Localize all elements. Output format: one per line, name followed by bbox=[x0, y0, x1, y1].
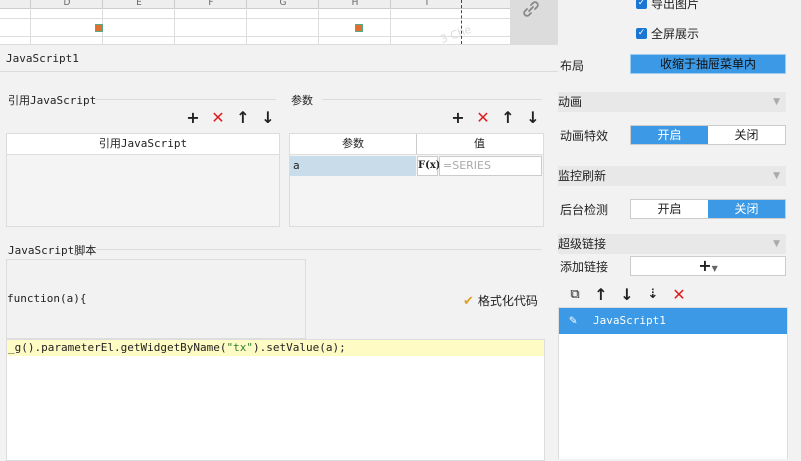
grid-line bbox=[174, 8, 175, 44]
code-call: _g().parameterEl.getWidgetByName( bbox=[8, 341, 227, 354]
grid-line bbox=[0, 18, 510, 19]
code-call-end: ).setValue(a); bbox=[253, 341, 346, 354]
plus-icon: + bbox=[698, 256, 712, 275]
column-divider bbox=[416, 134, 417, 154]
grid-line bbox=[318, 8, 319, 44]
column-header-g: G bbox=[246, 0, 319, 8]
chevron-down-icon: ▼ bbox=[773, 239, 780, 249]
function-header-text: function(a){ bbox=[7, 292, 87, 305]
section-divider bbox=[322, 99, 542, 100]
format-code-label: 格式化代码 bbox=[477, 294, 538, 308]
property-panel: ✓ 导出图片 ✓ 全屏展示 布局 收缩于抽屉菜单内 动画 ▼ 动画特效 开启 关… bbox=[558, 0, 801, 459]
background-check-label: 后台检测 bbox=[560, 203, 609, 217]
link-delete-button[interactable]: ✕ bbox=[670, 286, 688, 304]
hyperlink-list: ✎ JavaScript1 bbox=[558, 307, 788, 459]
code-string: "tx" bbox=[226, 341, 254, 354]
param-delete-button[interactable]: ✕ bbox=[474, 109, 492, 127]
check-icon[interactable]: ✓ bbox=[636, 28, 647, 39]
animation-off-option[interactable]: 关闭 bbox=[708, 126, 785, 144]
fullscreen-checkbox-row[interactable]: ✓ 全屏展示 bbox=[636, 25, 699, 42]
param-move-up-button[interactable]: ↑ bbox=[499, 109, 517, 127]
monitor-off-option[interactable]: 关闭 bbox=[708, 200, 785, 218]
monitor-toggle: 开启 关闭 bbox=[630, 199, 786, 219]
dialog-title: JavaScript1 bbox=[6, 52, 79, 65]
link-move-down-button[interactable]: ↓ bbox=[618, 286, 636, 304]
chevron-down-icon: ▼ bbox=[711, 264, 718, 273]
copy-icon[interactable]: ⧉ bbox=[566, 286, 584, 304]
hyperlink-section-header[interactable]: 超级链接 ▼ bbox=[558, 234, 786, 254]
spreadsheet-background: D E F G H I 3 Che bbox=[0, 0, 510, 47]
watermark-text: 3 Che bbox=[438, 22, 474, 47]
section-divider bbox=[96, 99, 276, 100]
move-bottom-icon[interactable]: ⇣ bbox=[644, 286, 662, 304]
param-add-button[interactable]: + bbox=[449, 109, 467, 127]
link-move-up-button[interactable]: ↑ bbox=[592, 286, 610, 304]
list-item[interactable]: ✎ JavaScript1 bbox=[559, 308, 787, 334]
link-icon[interactable] bbox=[518, 0, 544, 20]
list-item-label: JavaScript1 bbox=[593, 314, 666, 327]
ref-move-down-button[interactable]: ↓ bbox=[259, 109, 277, 127]
param-value-column-header[interactable]: 值 bbox=[416, 134, 543, 154]
ref-delete-button[interactable]: ✕ bbox=[209, 109, 227, 127]
fullscreen-label: 全屏展示 bbox=[651, 27, 700, 41]
column-header-h: H bbox=[318, 0, 391, 8]
edit-pencil-icon[interactable]: ✎ bbox=[559, 308, 587, 334]
ref-js-column-header[interactable]: 引用JavaScript bbox=[7, 134, 279, 155]
param-name-cell[interactable]: a bbox=[290, 156, 416, 176]
animation-toggle: 开启 关闭 bbox=[630, 125, 786, 145]
monitor-on-option[interactable]: 开启 bbox=[631, 200, 708, 218]
param-value-field[interactable]: =SERIES bbox=[439, 156, 542, 176]
param-table[interactable]: 参数 值 a F(x) =SERIES bbox=[289, 133, 544, 227]
ref-add-button[interactable]: + bbox=[184, 109, 202, 127]
chevron-down-icon: ▼ bbox=[773, 97, 780, 107]
brush-icon: ✔ bbox=[463, 294, 474, 309]
export-image-label: 导出图片 bbox=[651, 0, 700, 11]
animation-section-header[interactable]: 动画 ▼ bbox=[558, 92, 786, 112]
check-icon[interactable]: ✓ bbox=[636, 0, 647, 9]
ref-move-up-button[interactable]: ↑ bbox=[234, 109, 252, 127]
link-toolbar: ⧉ ↑ ↓ ⇣ ✕ bbox=[566, 286, 688, 304]
monitor-section-header[interactable]: 监控刷新 ▼ bbox=[558, 166, 786, 186]
formula-button[interactable]: F(x) bbox=[417, 156, 441, 176]
animation-section-title: 动画 bbox=[558, 95, 583, 109]
add-link-label: 添加链接 bbox=[560, 260, 609, 274]
format-code-button[interactable]: ✔ 格式化代码 bbox=[463, 292, 538, 309]
param-section-title: 参数 bbox=[291, 94, 313, 107]
title-divider bbox=[0, 71, 558, 72]
animation-on-option[interactable]: 开启 bbox=[631, 126, 708, 144]
grid-line bbox=[246, 8, 247, 44]
export-image-checkbox-row[interactable]: ✓ 导出图片 bbox=[636, 0, 699, 12]
column-header-i: I bbox=[390, 0, 463, 8]
javascript-dialog: JavaScript1 引用JavaScript + ✕ ↑ ↓ 引用JavaS… bbox=[0, 44, 558, 461]
layout-select[interactable]: 收缩于抽屉菜单内 bbox=[630, 54, 786, 74]
ref-js-table[interactable]: 引用JavaScript bbox=[6, 133, 280, 227]
grid-line bbox=[390, 8, 391, 44]
monitor-section-title: 监控刷新 bbox=[558, 169, 607, 183]
section-divider bbox=[96, 249, 542, 250]
param-name-column-header[interactable]: 参数 bbox=[290, 134, 416, 154]
column-header-d: D bbox=[30, 0, 103, 8]
code-editor[interactable]: _g().parameterEl.getWidgetByName("tx").s… bbox=[6, 339, 545, 461]
add-link-button[interactable]: +▼ bbox=[630, 256, 786, 276]
js-script-section-title: JavaScript脚本 bbox=[8, 244, 97, 257]
column-header-e: E bbox=[102, 0, 175, 8]
layout-label: 布局 bbox=[560, 59, 585, 73]
ref-js-section-title: 引用JavaScript bbox=[8, 94, 97, 107]
grid-line bbox=[0, 36, 510, 37]
column-header-f: F bbox=[174, 0, 247, 8]
cell-marker bbox=[355, 24, 363, 32]
grid-line bbox=[30, 8, 31, 44]
hyperlink-section-title: 超级链接 bbox=[558, 237, 607, 251]
param-move-down-button[interactable]: ↓ bbox=[524, 109, 542, 127]
cell-marker bbox=[95, 24, 103, 32]
animation-effect-label: 动画特效 bbox=[560, 129, 609, 143]
code-line[interactable]: _g().parameterEl.getWidgetByName("tx").s… bbox=[7, 340, 544, 356]
chevron-down-icon: ▼ bbox=[773, 171, 780, 181]
